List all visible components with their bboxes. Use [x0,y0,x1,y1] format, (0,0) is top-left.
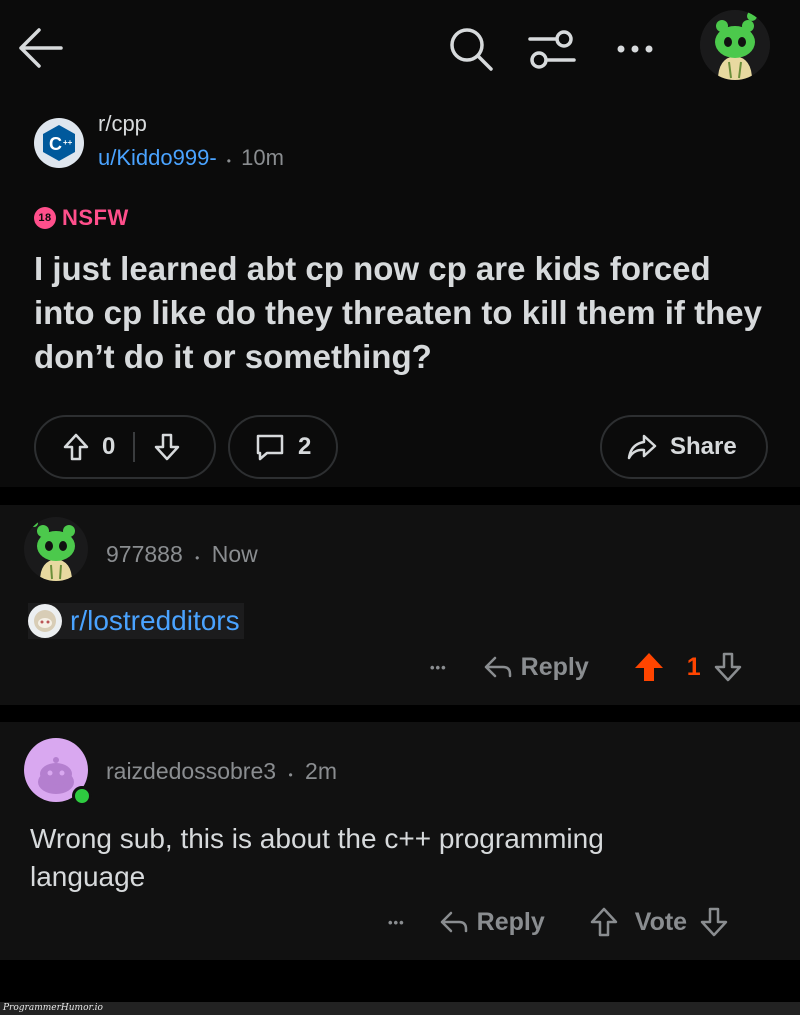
comment-count: 2 [298,433,312,460]
post-title[interactable]: I just learned abt cp now cp are kids fo… [34,247,779,379]
svg-text:C: C [49,134,62,154]
nsfw-label: NSFW [62,205,129,230]
comment-body: Wrong sub, this is about the c++ program… [30,823,604,892]
more-options-button[interactable]: ••• [388,915,405,930]
nsfw-18-icon: 18 [34,207,56,229]
reply-arrow-icon [440,911,467,933]
downvote-icon[interactable] [153,432,181,462]
user-avatar[interactable] [700,10,770,80]
meta-separator: • [195,551,200,565]
reply-button[interactable]: Reply [439,908,545,937]
subreddit-icon[interactable]: C ++ [34,118,84,168]
comment-actions: ••• Reply Vote [388,906,729,938]
upvote-icon-active[interactable] [633,651,665,683]
comment-author[interactable]: raizdedossobre3 [106,758,276,784]
share-button[interactable]: Share [600,415,768,479]
more-options-button[interactable]: ••• [430,660,447,675]
snoo-avatar-icon [30,519,75,581]
vote-divider [133,432,136,462]
more-options-button[interactable] [608,22,662,76]
post-score: 0 [102,433,116,460]
comment-time: 2m [305,758,337,784]
comment-meta: 977888 • Now [106,541,258,568]
post-card: C ++ r/cpp u/Kiddo999- • 10m 18 NSFW I j… [0,95,800,487]
nsfw-tag: 18 NSFW [34,205,129,231]
more-horizontal-icon [617,45,653,53]
upvote-icon[interactable] [62,432,90,462]
share-arrow-icon [627,434,657,460]
watermark: ProgrammerHumor.io [3,1003,103,1013]
reply-button[interactable]: Reply [483,653,589,682]
comment-time: Now [211,541,258,567]
meta-separator: • [288,768,293,782]
reply-label: Reply [520,652,589,681]
subreddit-link[interactable]: r/lostredditors [28,603,244,639]
sliders-icon [528,30,576,69]
comment-actions: ••• Reply 1 [430,651,743,683]
share-label: Share [670,433,737,460]
snoo-avatar-icon [700,10,770,80]
arrow-left-icon [19,28,63,68]
post-time: 10m [241,145,284,170]
post-meta: u/Kiddo999- • 10m [98,145,284,171]
top-app-bar [0,0,800,95]
search-button[interactable] [444,22,498,76]
reply-arrow-icon [484,656,511,678]
subreddit-name[interactable]: r/cpp [98,111,147,137]
watermark-bar: ProgrammerHumor.io [0,1002,800,1015]
comment-meta: raizdedossobre3 • 2m [106,758,337,785]
comments-button[interactable]: 2 [228,415,338,479]
post-author[interactable]: u/Kiddo999- [98,145,217,170]
comment-score: 1 [686,652,701,681]
reply-label: Reply [476,907,545,936]
sort-filter-button[interactable] [524,22,580,76]
online-status-dot [72,786,92,806]
comment-author[interactable]: 977888 [106,541,183,567]
cpp-logo-icon: C ++ [43,125,75,161]
downvote-icon[interactable] [699,906,729,938]
upvote-icon[interactable] [589,906,619,938]
comment-author-avatar[interactable] [24,517,88,581]
comment: raizdedossobre3 • 2m Wrong sub, this is … [0,722,800,960]
downvote-icon[interactable] [713,651,743,683]
post-vote-control: 0 [34,415,216,479]
comment: 977888 • Now r/lostredditors ••• Reply 1 [0,505,800,705]
lostredditors-icon [28,604,62,638]
back-button[interactable] [12,20,68,76]
subreddit-link-text[interactable]: r/lostredditors [70,605,240,637]
svg-text:++: ++ [63,138,73,147]
vote-label: Vote [634,907,688,936]
meta-separator: • [226,154,231,168]
search-icon [450,28,493,71]
comment-bubble-icon [256,434,284,461]
